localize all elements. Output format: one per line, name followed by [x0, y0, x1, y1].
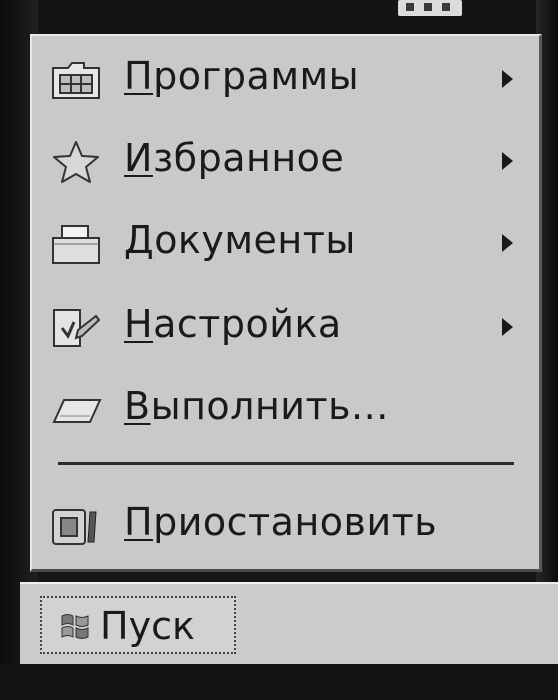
menu-item-label: Документы [124, 218, 356, 262]
menu-item-settings[interactable]: Настройка [32, 290, 539, 362]
taskbar: Пуск [20, 582, 558, 666]
menu-item-label: Выполнить... [124, 384, 389, 428]
run-icon [50, 388, 102, 432]
suspend-icon [50, 504, 102, 548]
menu-item-favorites[interactable]: Избранное [32, 124, 539, 196]
menu-item-run[interactable]: Выполнить... [32, 372, 539, 444]
start-button-label: Пуск [100, 604, 195, 648]
screen-edge-top [0, 0, 558, 36]
menu-item-label: Избранное [124, 136, 345, 180]
tray-fragment [398, 0, 462, 16]
documents-folder-icon [50, 222, 102, 266]
menu-item-programs[interactable]: Программы [32, 42, 539, 114]
submenu-arrow-icon [502, 234, 513, 252]
menu-item-label: Приостановить [124, 500, 438, 544]
submenu-arrow-icon [502, 318, 513, 336]
menu-separator [58, 462, 514, 465]
programs-folder-icon [50, 58, 102, 102]
menu-item-label: Программы [124, 54, 360, 98]
start-button[interactable]: Пуск [40, 596, 236, 654]
menu-item-suspend[interactable]: Приостановить [32, 488, 539, 560]
submenu-arrow-icon [502, 70, 513, 88]
menu-item-label: Настройка [124, 302, 342, 346]
screen-edge-bottom [0, 664, 558, 700]
start-menu: Программы Избранное Документы Настройка … [30, 34, 542, 572]
menu-item-documents[interactable]: Документы [32, 206, 539, 278]
favorites-star-icon [50, 140, 102, 184]
windows-flag-icon [58, 610, 92, 644]
settings-icon [50, 306, 102, 350]
submenu-arrow-icon [502, 152, 513, 170]
